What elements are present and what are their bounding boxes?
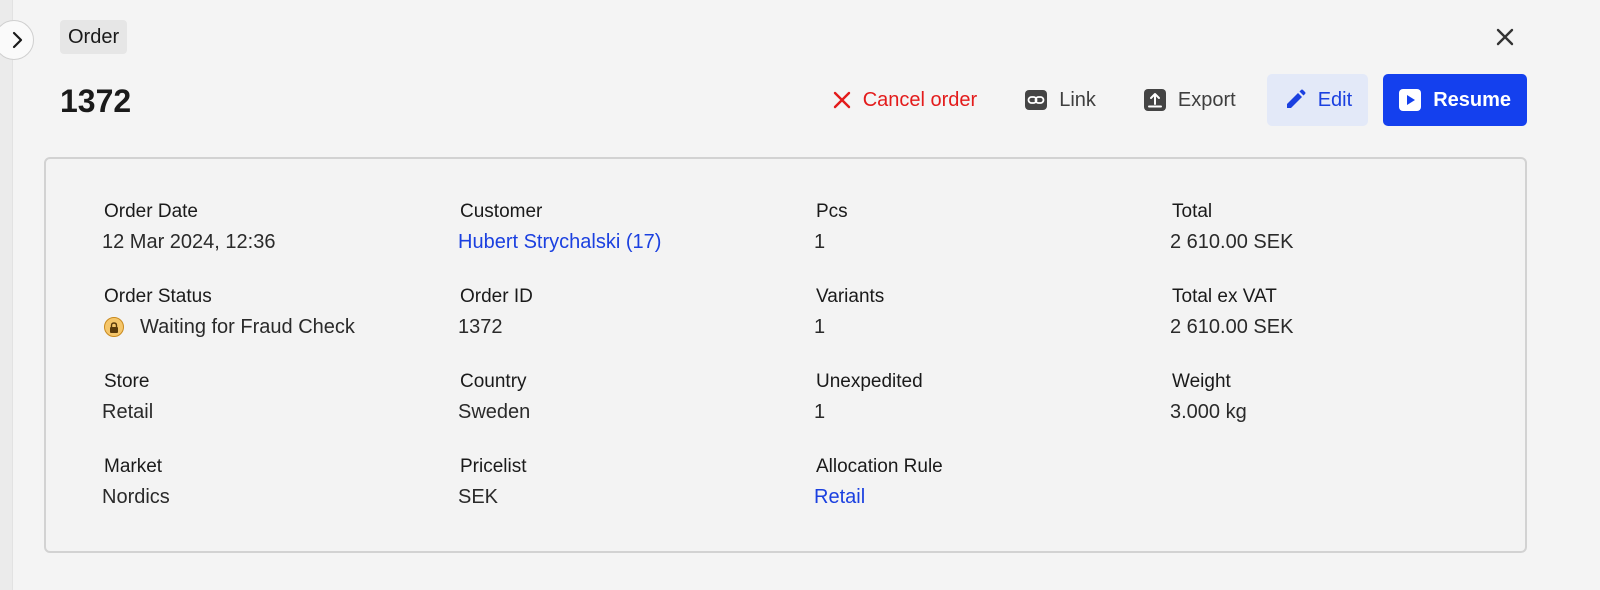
country-field: Country Sweden [458, 370, 530, 425]
unexpedited-label: Unexpedited [816, 371, 923, 392]
allocation-rule-label: Allocation Rule [816, 456, 943, 477]
pricelist-field: Pricelist SEK [458, 455, 527, 510]
play-icon [1399, 89, 1422, 111]
country-label: Country [460, 371, 527, 392]
total-field: Total 2 610.00 SEK [1170, 200, 1293, 255]
order-status-value: Waiting for Fraud Check [102, 314, 355, 340]
total-ex-vat-value: 2 610.00 SEK [1170, 316, 1294, 338]
close-icon [1496, 28, 1514, 46]
cancel-order-button[interactable]: Cancel order [818, 74, 993, 126]
customer-field: Customer Hubert Strychalski (17) [458, 200, 661, 255]
weight-value: 3.000 kg [1170, 401, 1247, 423]
store-label: Store [104, 371, 150, 392]
market-value: Nordics [102, 486, 170, 508]
variants-field: Variants 1 [814, 285, 884, 340]
market-field: Market Nordics [102, 455, 170, 510]
weight-label: Weight [1172, 371, 1231, 392]
pcs-value: 1 [814, 231, 826, 253]
resume-button[interactable]: Resume [1383, 74, 1527, 126]
side-panel-edge [0, 0, 13, 590]
order-date-field: Order Date 12 Mar 2024, 12:36 [102, 200, 275, 255]
order-id-field: Order ID 1372 [458, 285, 533, 340]
chevron-right-icon [12, 31, 23, 49]
order-status-label: Order Status [104, 286, 212, 307]
pricelist-value: SEK [458, 486, 499, 508]
pcs-label: Pcs [816, 201, 848, 222]
pcs-field: Pcs 1 [814, 200, 848, 255]
customer-label: Customer [460, 201, 543, 222]
market-label: Market [104, 456, 163, 477]
cancel-order-label: Cancel order [862, 88, 978, 111]
x-icon [833, 91, 851, 109]
store-field: Store Retail [102, 370, 153, 425]
pencil-icon [1284, 89, 1306, 111]
resume-label: Resume [1433, 88, 1511, 111]
lock-icon [104, 317, 124, 337]
total-ex-vat-field: Total ex VAT 2 610.00 SEK [1170, 285, 1293, 340]
unexpedited-field: Unexpedited 1 [814, 370, 923, 425]
toolbar: Cancel order Link Export Edit Resume [818, 74, 1527, 126]
page-title: 1372 [60, 83, 132, 119]
order-status-field: Order Status Waiting for Fraud Check [102, 285, 355, 340]
total-value: 2 610.00 SEK [1170, 231, 1294, 253]
customer-link[interactable]: Hubert Strychalski (17) [458, 229, 661, 255]
upload-icon [1143, 89, 1166, 111]
country-value: Sweden [458, 401, 531, 423]
variants-label: Variants [816, 286, 885, 307]
order-date-label: Order Date [104, 201, 198, 222]
expand-sidebar-button[interactable] [0, 20, 34, 60]
variants-value: 1 [814, 316, 826, 338]
export-label: Export [1177, 88, 1236, 111]
export-button[interactable]: Export [1129, 74, 1251, 126]
order-status-text: Waiting for Fraud Check [140, 316, 355, 338]
order-details-card: Order Date 12 Mar 2024, 12:36 Customer H… [44, 157, 1527, 553]
close-button[interactable] [1492, 24, 1518, 50]
unexpedited-value: 1 [814, 401, 826, 423]
edit-label: Edit [1317, 88, 1353, 111]
weight-field: Weight 3.000 kg [1170, 370, 1247, 425]
order-id-label: Order ID [460, 286, 533, 307]
edit-button[interactable]: Edit [1266, 74, 1369, 126]
link-icon [1025, 90, 1048, 110]
breadcrumb: Order [60, 20, 128, 54]
order-date-value: 12 Mar 2024, 12:36 [102, 231, 276, 253]
store-value: Retail [102, 401, 154, 423]
total-label: Total [1172, 201, 1213, 222]
order-id-value: 1372 [458, 316, 503, 338]
allocation-rule-link[interactable]: Retail [814, 484, 943, 510]
link-button[interactable]: Link [1010, 74, 1111, 126]
total-ex-vat-label: Total ex VAT [1172, 286, 1277, 307]
link-label: Link [1059, 88, 1096, 111]
pricelist-label: Pricelist [460, 456, 527, 477]
allocation-rule-field: Allocation Rule Retail [814, 455, 943, 510]
